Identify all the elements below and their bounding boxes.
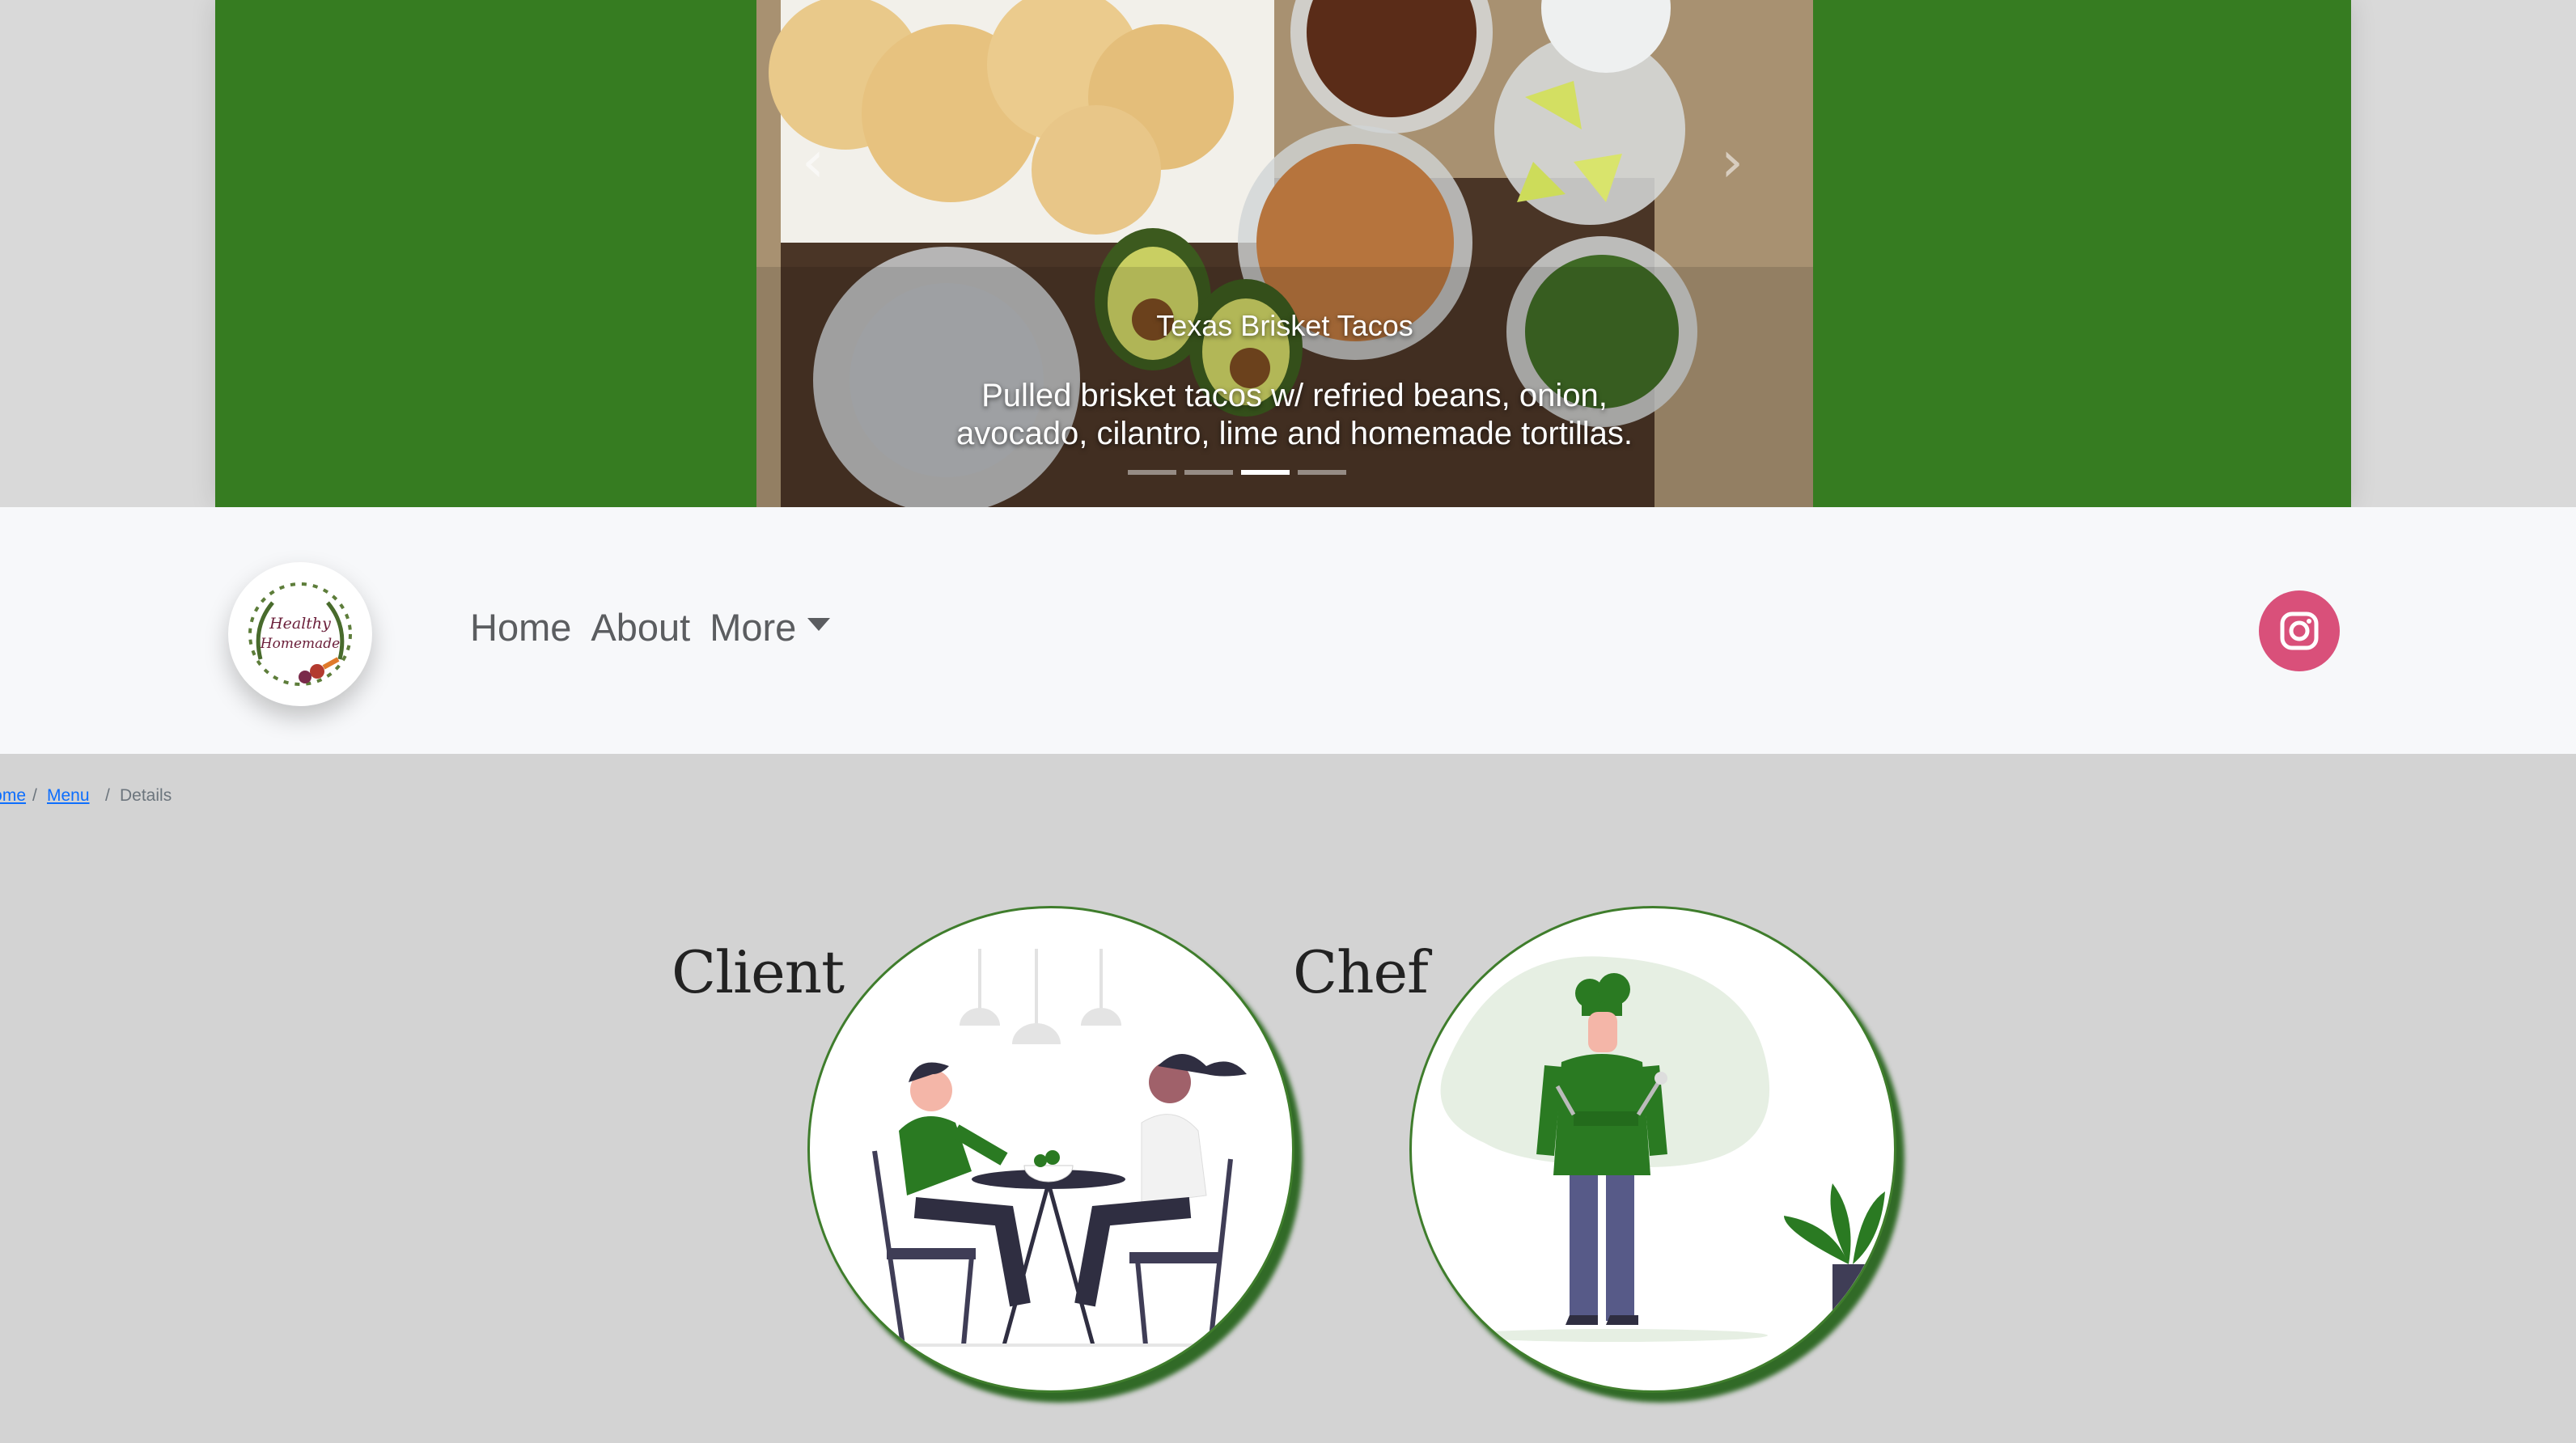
slide-caption: Pulled brisket tacos w/ refried beans, o… bbox=[956, 378, 1633, 451]
breadcrumb-menu[interactable]: Menu bbox=[47, 786, 90, 806]
brand-logo[interactable]: Healthy Homemade bbox=[228, 562, 372, 706]
nav-home[interactable]: Home bbox=[470, 605, 571, 650]
chevron-right-icon: › bbox=[1721, 129, 1743, 195]
carousel-indicator[interactable] bbox=[1298, 470, 1346, 475]
svg-text:Healthy: Healthy bbox=[269, 615, 331, 633]
breadcrumb-home[interactable]: Home bbox=[0, 786, 26, 806]
svg-text:Homemade: Homemade bbox=[260, 636, 340, 652]
wreath-logo-icon: Healthy Homemade bbox=[248, 582, 352, 686]
client-card[interactable] bbox=[807, 906, 1294, 1393]
instagram-icon bbox=[2280, 611, 2319, 650]
carousel-indicator[interactable] bbox=[1128, 470, 1176, 475]
chevron-left-icon: ‹ bbox=[802, 129, 824, 195]
chef-card[interactable] bbox=[1409, 906, 1896, 1393]
nav-more-label: More bbox=[710, 606, 797, 649]
slide-title: Texas Brisket Tacos bbox=[1156, 309, 1413, 342]
carousel-indicators bbox=[1128, 470, 1346, 475]
chef-label: Chef bbox=[1293, 938, 1429, 1006]
instagram-button[interactable] bbox=[2259, 590, 2340, 671]
navbar bbox=[0, 507, 2576, 754]
carousel-prev-button[interactable]: ‹ bbox=[777, 129, 849, 194]
breadcrumb-current: Details bbox=[120, 786, 172, 805]
caret-down-icon bbox=[807, 617, 831, 631]
breadcrumb-separator: / bbox=[105, 786, 110, 805]
nav-more-dropdown[interactable]: More bbox=[710, 605, 831, 650]
carousel-next-button[interactable]: › bbox=[1696, 129, 1769, 194]
hero-carousel: ‹ › Texas Brisket Tacos Pulled brisket t… bbox=[0, 0, 2576, 507]
carousel-indicator-active[interactable] bbox=[1241, 470, 1290, 475]
nav-about[interactable]: About bbox=[591, 605, 690, 650]
nav-links: Home About More bbox=[470, 605, 849, 650]
chef-illustration bbox=[1440, 956, 1885, 1342]
breadcrumb-separator: / bbox=[32, 786, 37, 805]
carousel-indicator[interactable] bbox=[1184, 470, 1233, 475]
client-dining-illustration bbox=[834, 949, 1268, 1347]
